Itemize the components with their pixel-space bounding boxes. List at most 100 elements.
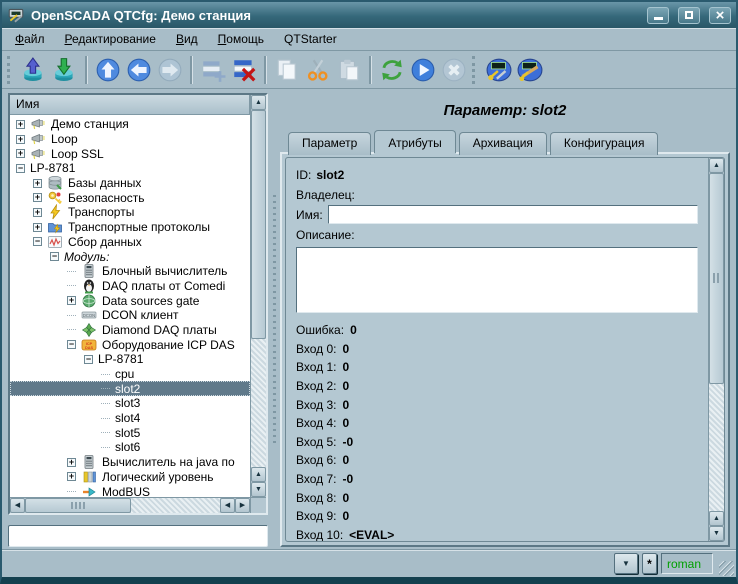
tree-item[interactable]: −ICPDASОборудование ICP DAS bbox=[10, 337, 250, 352]
tree-item-label: Оборудование ICP DAS bbox=[102, 338, 235, 352]
panel-splitter[interactable] bbox=[268, 93, 280, 547]
menu-file[interactable]: Файл bbox=[6, 29, 54, 49]
tree-item[interactable]: +Loop bbox=[10, 132, 250, 147]
expand-plus-icon[interactable]: + bbox=[67, 472, 76, 481]
scroll-down-icon[interactable]: ▼ bbox=[709, 526, 724, 541]
scroll-up-icon[interactable]: ▲ bbox=[251, 467, 266, 482]
expand-plus-icon[interactable]: + bbox=[67, 458, 76, 467]
load-from-db-icon[interactable] bbox=[18, 54, 49, 86]
tree-item[interactable]: slot4 bbox=[10, 411, 250, 426]
collapse-minus-icon[interactable]: − bbox=[67, 340, 76, 349]
delete-item-icon[interactable] bbox=[228, 54, 259, 86]
scroll-up-icon[interactable]: ▲ bbox=[709, 511, 724, 526]
attribute-row: Вход 7:-0 bbox=[296, 470, 698, 489]
status-star-button[interactable]: * bbox=[642, 553, 657, 574]
statusbar: ▼ * roman bbox=[2, 549, 736, 577]
scroll-left-icon[interactable]: ◀ bbox=[220, 498, 235, 513]
scroll-left-icon[interactable]: ◀ bbox=[10, 498, 25, 513]
tree-search-input[interactable] bbox=[8, 525, 268, 547]
tree-item[interactable]: +Демо станция bbox=[10, 117, 250, 132]
tree-vertical-scrollbar[interactable]: ▲ ▲ ▼ bbox=[250, 95, 266, 497]
window-resize-grip[interactable] bbox=[719, 561, 734, 576]
tree-item[interactable]: +Data sources gate bbox=[10, 293, 250, 308]
tree-item[interactable]: cpu bbox=[10, 367, 250, 382]
scrollbar-thumb[interactable] bbox=[709, 173, 724, 384]
up-level-icon[interactable] bbox=[92, 54, 123, 86]
tree-item[interactable]: +Безопасность bbox=[10, 190, 250, 205]
tree-item[interactable]: slot5 bbox=[10, 425, 250, 440]
expand-plus-icon[interactable]: + bbox=[33, 223, 42, 232]
tree-item-label: Модуль: bbox=[64, 250, 109, 264]
scroll-right-icon[interactable]: ▶ bbox=[235, 498, 250, 513]
collapse-minus-icon[interactable]: − bbox=[16, 164, 25, 173]
scrollbar-track[interactable] bbox=[709, 384, 724, 511]
menu-edit[interactable]: Редактирование bbox=[56, 29, 165, 49]
attribute-label: Вход 1: bbox=[296, 360, 337, 374]
tree-horizontal-scrollbar[interactable]: ◀ ◀ ▶ bbox=[10, 497, 250, 513]
tree-item[interactable]: Diamond DAQ платы bbox=[10, 323, 250, 338]
tree-item[interactable]: slot6 bbox=[10, 440, 250, 455]
scrollbar-track[interactable] bbox=[251, 339, 266, 467]
description-field[interactable] bbox=[296, 247, 698, 313]
tree-column-header[interactable]: Имя bbox=[10, 95, 250, 115]
tree-item[interactable]: −Сбор данных bbox=[10, 235, 250, 250]
tree-item[interactable]: +Вычислитель на java по bbox=[10, 455, 250, 470]
tree-item[interactable]: +Логический уровень bbox=[10, 470, 250, 485]
tree-item[interactable]: +Транспорты bbox=[10, 205, 250, 220]
window-maximize-button[interactable] bbox=[678, 7, 700, 24]
tree-item[interactable]: +Транспортные протоколы bbox=[10, 220, 250, 235]
cut-item-icon[interactable] bbox=[302, 54, 333, 86]
tree-item[interactable]: Блочный вычислитель bbox=[10, 264, 250, 279]
window-minimize-button[interactable] bbox=[647, 7, 669, 24]
collapse-minus-icon[interactable]: − bbox=[33, 237, 42, 246]
expand-plus-icon[interactable]: + bbox=[67, 296, 76, 305]
scroll-up-icon[interactable]: ▲ bbox=[251, 95, 266, 110]
collapse-minus-icon[interactable]: − bbox=[84, 355, 93, 364]
qtstarter-vision-icon[interactable] bbox=[514, 54, 545, 86]
tree-item[interactable]: ModBUS bbox=[10, 484, 250, 497]
scroll-up-icon[interactable]: ▲ bbox=[709, 158, 724, 173]
scrollbar-thumb[interactable] bbox=[251, 110, 266, 339]
tab-configuration[interactable]: Конфигурация bbox=[550, 132, 659, 155]
expand-plus-icon[interactable]: + bbox=[16, 135, 25, 144]
refresh-icon[interactable] bbox=[376, 54, 407, 86]
status-dropdown-button[interactable]: ▼ bbox=[614, 553, 638, 574]
expand-plus-icon[interactable]: + bbox=[33, 208, 42, 217]
expand-plus-icon[interactable]: + bbox=[16, 120, 25, 129]
tree-item[interactable]: −Модуль: bbox=[10, 249, 250, 264]
start-icon[interactable] bbox=[407, 54, 438, 86]
menu-help[interactable]: Помощь bbox=[209, 29, 273, 49]
scrollbar-track[interactable] bbox=[131, 498, 220, 513]
tab-archiving[interactable]: Архивация bbox=[459, 132, 547, 155]
back-icon[interactable] bbox=[123, 54, 154, 86]
tree-item[interactable]: DCONDCON клиент bbox=[10, 308, 250, 323]
tree-item[interactable]: −LP-8781 bbox=[10, 352, 250, 367]
menu-qtstarter[interactable]: QTStarter bbox=[275, 29, 346, 49]
tree-item[interactable]: −LP-8781 bbox=[10, 161, 250, 176]
tab-attributes[interactable]: Атрибуты bbox=[374, 130, 455, 153]
tree-item[interactable]: +Базы данных bbox=[10, 176, 250, 191]
expand-plus-icon[interactable]: + bbox=[16, 149, 25, 158]
toolbar-handle[interactable] bbox=[7, 56, 15, 84]
menu-view[interactable]: Вид bbox=[167, 29, 207, 49]
forward-icon bbox=[154, 54, 185, 86]
tree-item[interactable]: slot2 bbox=[10, 381, 250, 396]
content-vertical-scrollbar[interactable]: ▲ ▲ ▼ bbox=[708, 158, 724, 541]
expand-plus-icon[interactable]: + bbox=[33, 193, 42, 202]
window-close-button[interactable] bbox=[709, 7, 731, 24]
save-to-db-icon[interactable] bbox=[49, 54, 80, 86]
attribute-row: Вход 4:0 bbox=[296, 414, 698, 433]
scroll-down-icon[interactable]: ▼ bbox=[251, 482, 266, 497]
tree-item[interactable]: +Loop SSL bbox=[10, 146, 250, 161]
main-area: Имя +Демо станция+Loop+Loop SSL−LP-8781+… bbox=[2, 89, 736, 549]
tree-item[interactable]: DAQ платы от Comedi bbox=[10, 279, 250, 294]
toolbar-handle[interactable] bbox=[472, 56, 480, 84]
scrollbar-thumb[interactable] bbox=[25, 498, 131, 513]
name-field[interactable] bbox=[328, 205, 698, 224]
tree-item[interactable]: slot3 bbox=[10, 396, 250, 411]
tab-parameter[interactable]: Параметр bbox=[288, 132, 371, 155]
qtstarter-config-icon[interactable] bbox=[483, 54, 514, 86]
minimize-icon bbox=[654, 17, 663, 20]
collapse-minus-icon[interactable]: − bbox=[50, 252, 59, 261]
expand-plus-icon[interactable]: + bbox=[33, 179, 42, 188]
